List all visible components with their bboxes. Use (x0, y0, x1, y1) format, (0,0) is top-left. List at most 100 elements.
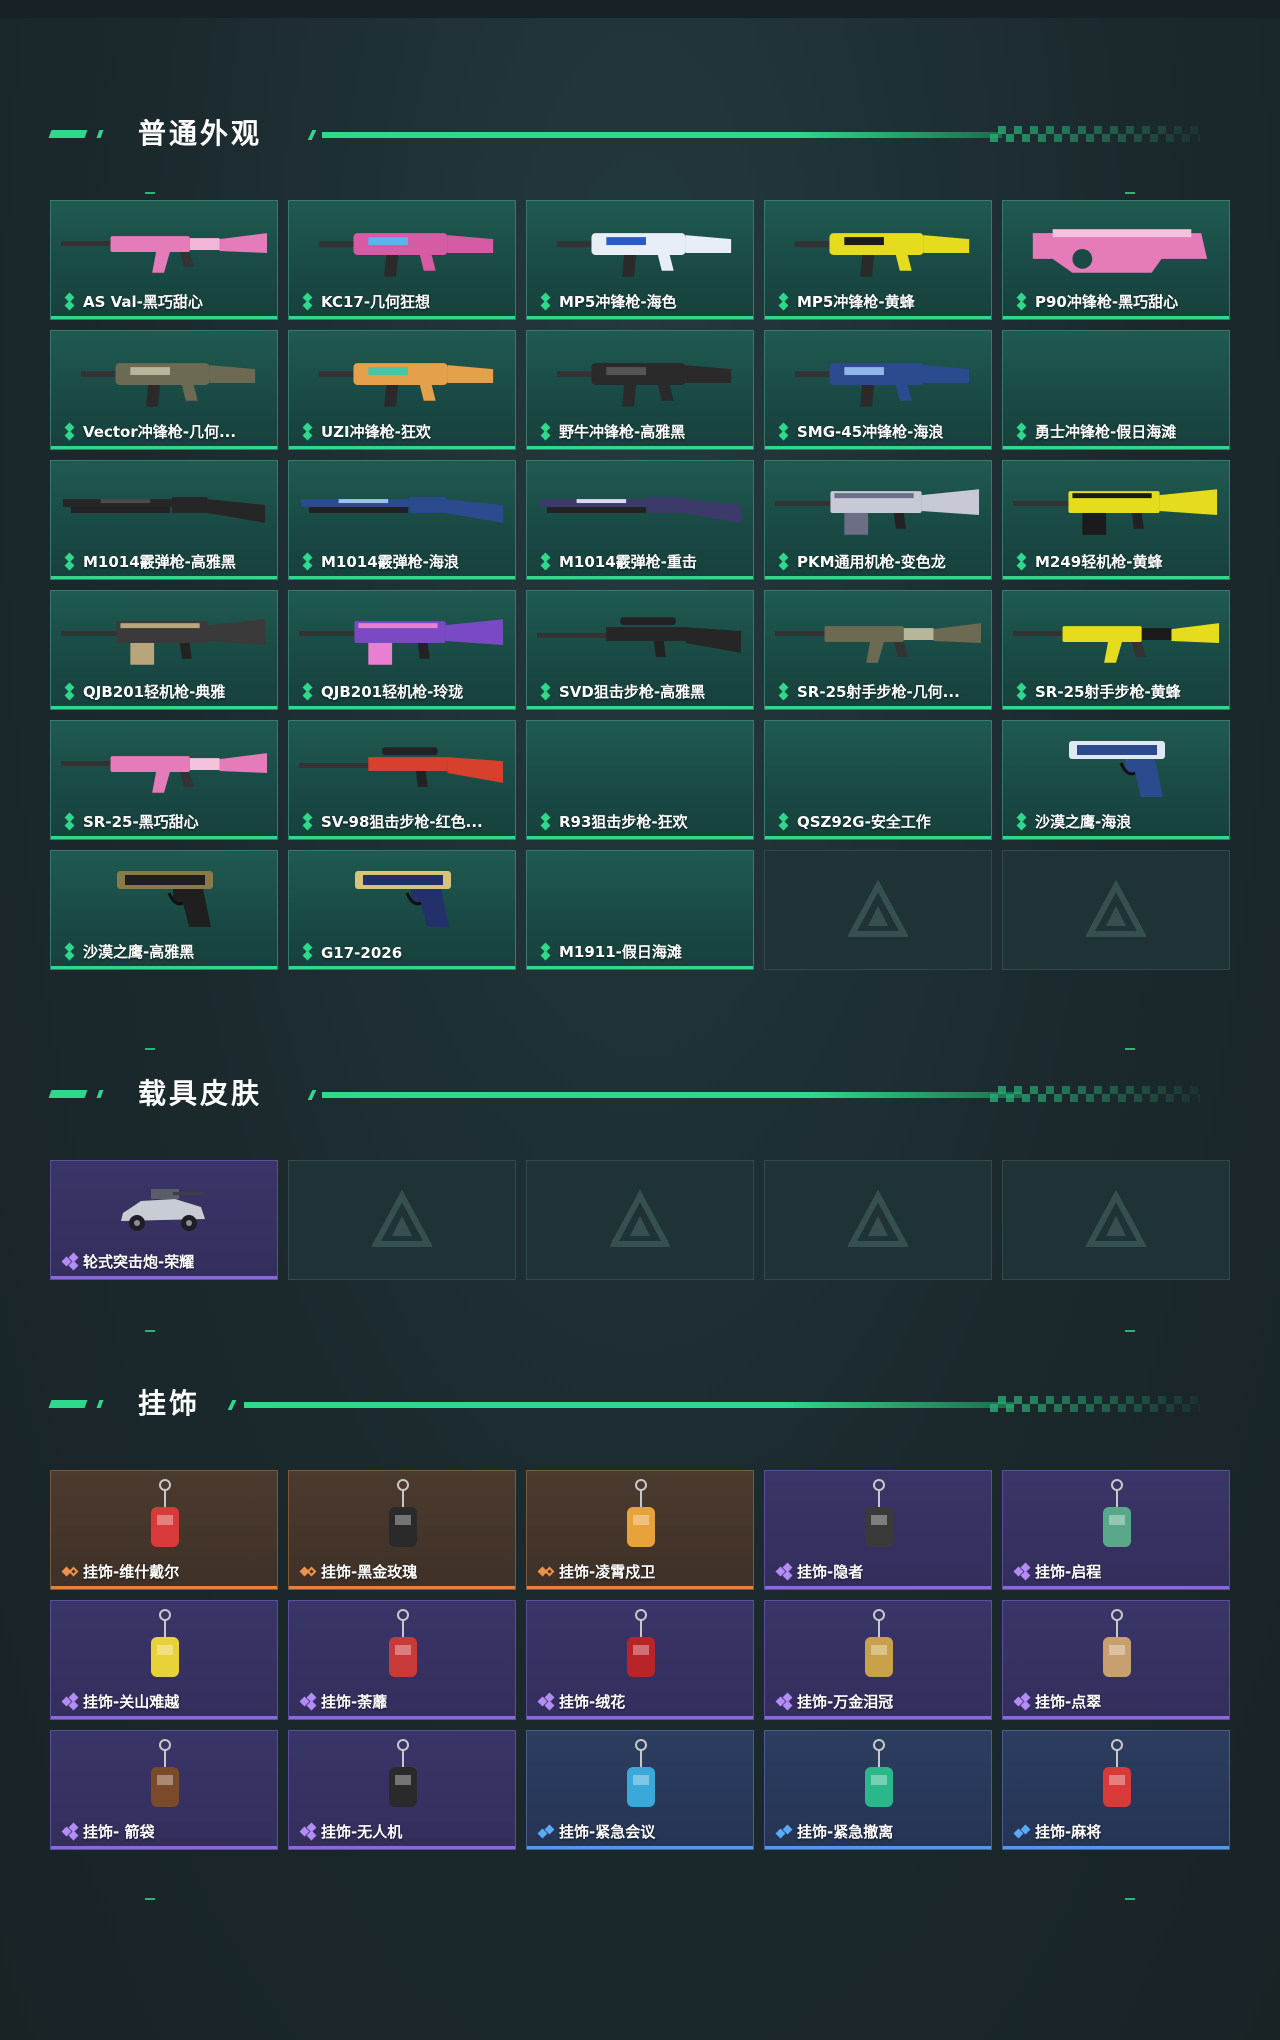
skin-card[interactable]: G17-2026 (288, 850, 516, 970)
charm-card[interactable]: 挂饰-紧急撤离 (764, 1730, 992, 1850)
rarity-gem-icon (777, 552, 791, 571)
rarity-bar (51, 1586, 277, 1589)
rarity-gem-icon (777, 292, 791, 311)
rarity-bar (527, 316, 753, 319)
rarity-bar (289, 836, 515, 839)
charm-card[interactable]: 挂饰-万金泪冠 (764, 1600, 992, 1720)
charm-card[interactable]: 挂饰-启程 (1002, 1470, 1230, 1590)
pistol-icon (117, 871, 213, 927)
skin-card[interactable]: M249轻机枪-黄蜂 (1002, 460, 1230, 580)
item-label: SV-98狙击步枪-红色... (321, 813, 483, 831)
skin-card[interactable]: P90冲锋枪-黑巧甜心 (1002, 200, 1230, 320)
item-label: 挂饰-黑金玫瑰 (321, 1563, 418, 1581)
skin-card[interactable]: 野牛冲锋枪-高雅黑 (526, 330, 754, 450)
skin-card[interactable]: SR-25射手步枪-几何... (764, 590, 992, 710)
smg-icon (794, 233, 970, 277)
skin-card[interactable]: 勇士冲锋枪-假日海滩 (1002, 330, 1230, 450)
rarity-gem-icon (63, 422, 77, 441)
skin-card[interactable]: R93狙击步枪-狂欢 (526, 720, 754, 840)
charm-card[interactable]: 挂饰- 箭袋 (50, 1730, 278, 1850)
charm-card[interactable]: 挂饰-无人机 (288, 1730, 516, 1850)
empty-slot[interactable] (288, 1160, 516, 1280)
rarity-bar (1003, 836, 1229, 839)
skin-card[interactable]: M1014霰弹枪-海浪 (288, 460, 516, 580)
placeholder-logo-icon (1086, 880, 1146, 937)
rarity-gem-icon (539, 812, 553, 831)
charm-icon (151, 1609, 179, 1677)
skin-card[interactable]: PKM通用机枪-变色龙 (764, 460, 992, 580)
rarity-gem-icon (537, 1564, 555, 1580)
skin-card[interactable]: 沙漠之鹰-高雅黑 (50, 850, 278, 970)
skin-card[interactable]: SR-25射手步枪-黄蜂 (1002, 590, 1230, 710)
rarity-gem-icon (539, 942, 553, 961)
skin-card[interactable]: MP5冲锋枪-海色 (526, 200, 754, 320)
rarity-bar (765, 1846, 991, 1849)
item-label: QSZ92G-安全工作 (797, 813, 931, 831)
charm-card[interactable]: 挂饰-隐者 (764, 1470, 992, 1590)
charm-card[interactable]: 挂饰-麻将 (1002, 1730, 1230, 1850)
item-label: KC17-几何狂想 (321, 293, 431, 311)
rarity-bar (765, 316, 991, 319)
rarity-gem-icon (301, 552, 315, 571)
corner-tick (1125, 192, 1135, 194)
skin-card[interactable]: KC17-几何狂想 (288, 200, 516, 320)
vehicle-skin-card[interactable]: 轮式突击炮-荣耀 (50, 1160, 278, 1280)
rarity-gem-icon (61, 1252, 79, 1271)
vehicle-icon (121, 1189, 205, 1231)
empty-slot[interactable] (1002, 1160, 1230, 1280)
rarity-gem-icon (777, 682, 791, 701)
rarity-bar (51, 836, 277, 839)
header-slash (307, 1090, 317, 1100)
header-slash (227, 1400, 237, 1410)
skin-card[interactable]: 沙漠之鹰-海浪 (1002, 720, 1230, 840)
skin-card[interactable]: UZI冲锋枪-狂欢 (288, 330, 516, 450)
rarity-gem-icon (1015, 552, 1029, 571)
rarity-gem-icon (777, 812, 791, 831)
empty-slot[interactable] (1002, 850, 1230, 970)
rarity-bar (765, 836, 991, 839)
empty-slot[interactable] (764, 1160, 992, 1280)
charm-card[interactable]: 挂饰-荼蘼 (288, 1600, 516, 1720)
skin-card[interactable]: M1014霰弹枪-高雅黑 (50, 460, 278, 580)
rarity-bar (51, 316, 277, 319)
charm-card[interactable]: 挂饰-点翠 (1002, 1600, 1230, 1720)
charm-card[interactable]: 挂饰-黑金玫瑰 (288, 1470, 516, 1590)
skin-card[interactable]: AS Val-黑巧甜心 (50, 200, 278, 320)
skin-card[interactable]: M1911-假日海滩 (526, 850, 754, 970)
item-label: 挂饰-隐者 (797, 1563, 864, 1581)
charm-card[interactable]: 挂饰-紧急会议 (526, 1730, 754, 1850)
rarity-bar (1003, 1586, 1229, 1589)
item-label: 沙漠之鹰-高雅黑 (83, 943, 195, 961)
skin-card[interactable]: SR-25-黑巧甜心 (50, 720, 278, 840)
item-label: G17-2026 (321, 944, 403, 962)
empty-slot[interactable] (764, 850, 992, 970)
skin-card[interactable]: SV-98狙击步枪-红色... (288, 720, 516, 840)
charm-card[interactable]: 挂饰-关山难越 (50, 1600, 278, 1720)
pistol-icon (1069, 741, 1165, 797)
p90-icon (1032, 229, 1208, 273)
rarity-bar (289, 446, 515, 449)
rarity-bar (527, 1716, 753, 1719)
skin-card[interactable]: MP5冲锋枪-黄蜂 (764, 200, 992, 320)
corner-tick (1125, 1898, 1135, 1900)
charm-card[interactable]: 挂饰-绒花 (526, 1600, 754, 1720)
skin-card[interactable]: SMG-45冲锋枪-海浪 (764, 330, 992, 450)
rarity-bar (289, 1716, 515, 1719)
rarity-gem-icon (299, 1822, 317, 1841)
charm-card[interactable]: 挂饰-维什戴尔 (50, 1470, 278, 1590)
charm-card[interactable]: 挂饰-凌霄戍卫 (526, 1470, 754, 1590)
charm-icon (151, 1479, 179, 1547)
skin-card[interactable]: Vector冲锋枪-几何... (50, 330, 278, 450)
rarity-gem-icon (63, 552, 77, 571)
skin-card[interactable]: SVD狙击步枪-高雅黑 (526, 590, 754, 710)
empty-slot[interactable] (526, 1160, 754, 1280)
shotgun-icon (62, 497, 266, 523)
skin-card[interactable]: QSZ92G-安全工作 (764, 720, 992, 840)
skin-card[interactable]: QJB201轻机枪-典雅 (50, 590, 278, 710)
header-dash (96, 1090, 104, 1098)
rarity-bar (289, 576, 515, 579)
skin-card[interactable]: M1014霰弹枪-重击 (526, 460, 754, 580)
rarity-bar (1003, 446, 1229, 449)
skin-card[interactable]: QJB201轻机枪-玲珑 (288, 590, 516, 710)
item-label: UZI冲锋枪-狂欢 (321, 423, 431, 441)
